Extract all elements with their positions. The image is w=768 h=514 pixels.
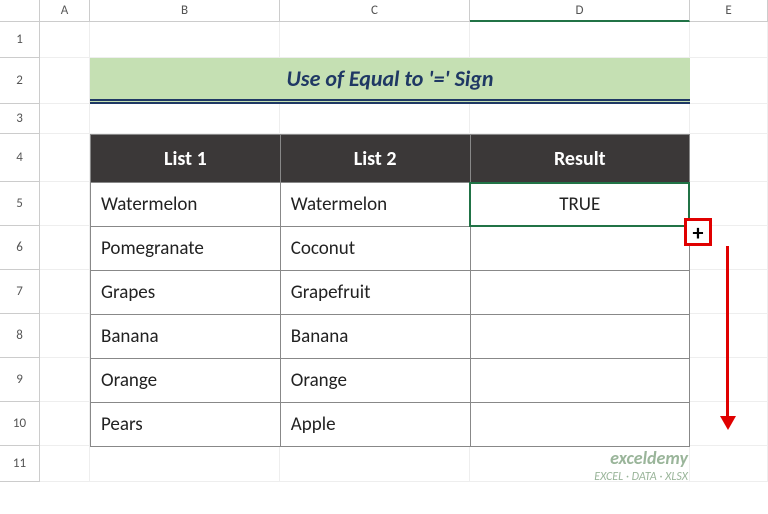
- header-result: Result: [470, 135, 689, 183]
- table-row: Pears Apple: [91, 403, 690, 447]
- row-header-3[interactable]: 3: [0, 104, 40, 134]
- cell-D9[interactable]: [470, 359, 689, 403]
- table-header-row: List 1 List 2 Result: [91, 135, 690, 183]
- column-header-row: A B C D E: [0, 0, 768, 22]
- col-header-E[interactable]: E: [690, 0, 768, 22]
- watermark-brand: exceldemy: [594, 448, 688, 470]
- row-header-1[interactable]: 1: [0, 22, 40, 58]
- cell-D5[interactable]: TRUE: [470, 183, 689, 227]
- table-row: Banana Banana: [91, 315, 690, 359]
- data-table: List 1 List 2 Result Watermelon Watermel…: [90, 134, 690, 447]
- cell-D10[interactable]: [470, 403, 689, 447]
- watermark: exceldemy EXCEL · DATA · XLSX: [594, 448, 688, 484]
- row-header-10[interactable]: 10: [0, 402, 40, 446]
- cell-D7[interactable]: [470, 271, 689, 315]
- cell-B5[interactable]: Watermelon: [91, 183, 281, 227]
- table-row: Pomegranate Coconut: [91, 227, 690, 271]
- cell-C5[interactable]: Watermelon: [280, 183, 470, 227]
- col-header-D[interactable]: D: [470, 0, 690, 22]
- cell-C7[interactable]: Grapefruit: [280, 271, 470, 315]
- watermark-tagline: EXCEL · DATA · XLSX: [594, 470, 688, 484]
- fill-cursor-icon: +: [684, 218, 712, 246]
- page-title: Use of Equal to '=' Sign: [90, 58, 690, 104]
- row-header-9[interactable]: 9: [0, 358, 40, 402]
- cell-C8[interactable]: Banana: [280, 315, 470, 359]
- cell-D8[interactable]: [470, 315, 689, 359]
- row-header-2[interactable]: 2: [0, 58, 40, 104]
- cell-C9[interactable]: Orange: [280, 359, 470, 403]
- row-header-5[interactable]: 5: [0, 182, 40, 226]
- col-header-C[interactable]: C: [280, 0, 470, 22]
- row-header-8[interactable]: 8: [0, 314, 40, 358]
- select-all-corner[interactable]: [0, 0, 40, 22]
- cell-B8[interactable]: Banana: [91, 315, 281, 359]
- table-row: Watermelon Watermelon TRUE: [91, 183, 690, 227]
- cell-B7[interactable]: Grapes: [91, 271, 281, 315]
- table-row: Grapes Grapefruit: [91, 271, 690, 315]
- row-header-7[interactable]: 7: [0, 270, 40, 314]
- row-header-11[interactable]: 11: [0, 446, 40, 482]
- col-header-B[interactable]: B: [90, 0, 280, 22]
- table-row: Orange Orange: [91, 359, 690, 403]
- cell-B10[interactable]: Pears: [91, 403, 281, 447]
- cell-B9[interactable]: Orange: [91, 359, 281, 403]
- cell-C10[interactable]: Apple: [280, 403, 470, 447]
- header-list2: List 2: [280, 135, 470, 183]
- row-header-6[interactable]: 6: [0, 226, 40, 270]
- header-list1: List 1: [91, 135, 281, 183]
- row-header-4[interactable]: 4: [0, 134, 40, 182]
- col-header-A[interactable]: A: [40, 0, 90, 22]
- cell-D6[interactable]: [470, 227, 689, 271]
- drag-arrow-icon: [720, 246, 736, 430]
- cell-C6[interactable]: Coconut: [280, 227, 470, 271]
- cell-B6[interactable]: Pomegranate: [91, 227, 281, 271]
